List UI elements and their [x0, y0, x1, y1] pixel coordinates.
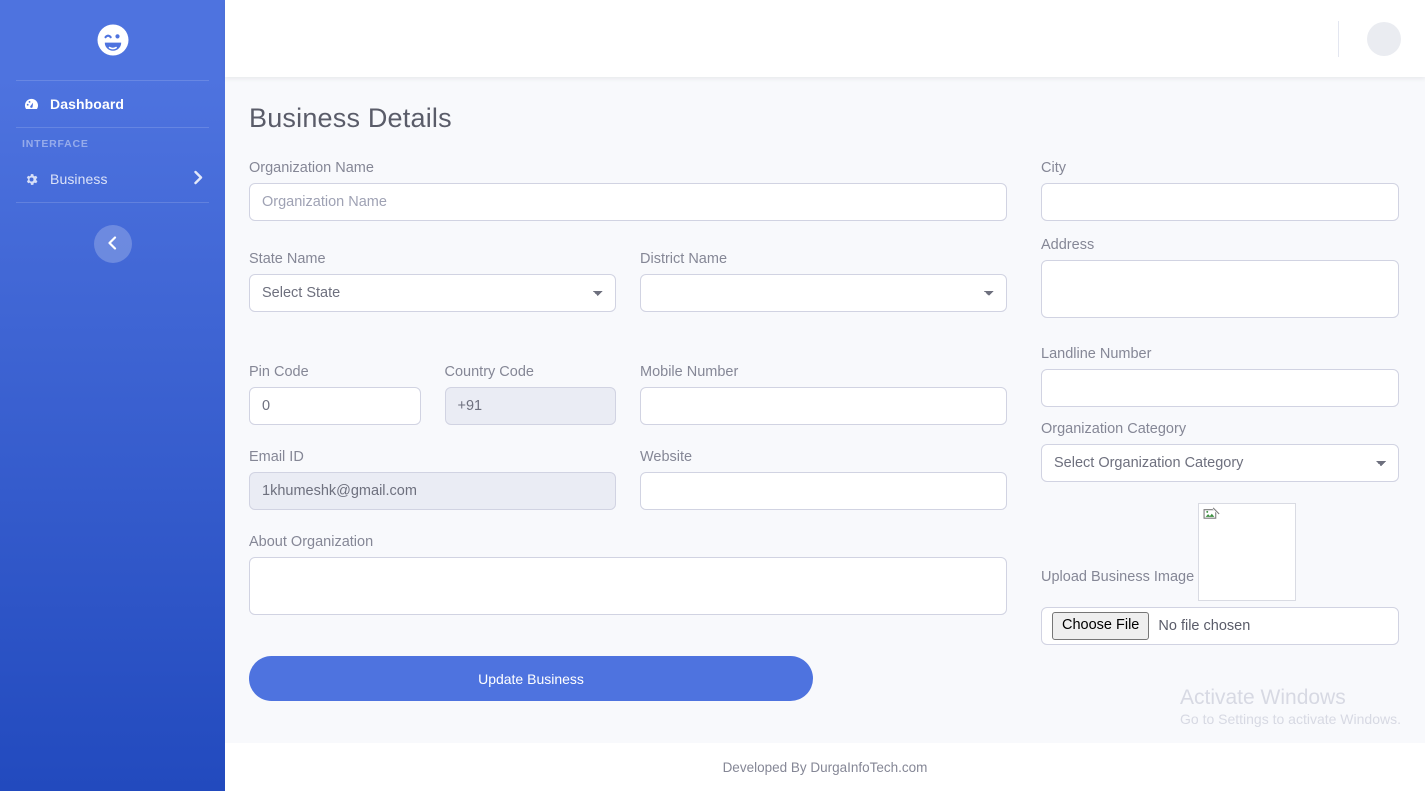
field-pin-code: Pin Code: [249, 364, 421, 425]
tachometer-icon: [22, 95, 40, 113]
field-landline-number: Landline Number: [1041, 346, 1399, 407]
organization-category-select[interactable]: Select Organization Category: [1041, 444, 1399, 482]
app-root: Dashboard INTERFACE Business Business De…: [0, 0, 1425, 791]
label-landline-number: Landline Number: [1041, 346, 1152, 362]
sidebar-item-business[interactable]: Business: [0, 156, 225, 202]
country-code-input: [444, 387, 616, 425]
landline-number-input[interactable]: [1041, 369, 1399, 407]
sidebar-item-label: Dashboard: [50, 96, 125, 112]
sidebar-collapse-button[interactable]: [93, 225, 132, 263]
field-upload-business-image: Upload Business Image: [1041, 496, 1399, 601]
sidebar-item-label: Business: [50, 171, 108, 187]
footer-text: Developed By DurgaInfoTech.com: [722, 759, 928, 775]
form-right-column: City Address Landline Number Organizatio…: [1031, 160, 1399, 701]
avatar[interactable]: [1367, 21, 1401, 56]
label-address: Address: [1041, 237, 1095, 253]
field-website: Website: [640, 449, 1007, 510]
watermark-subtitle: Go to Settings to activate Windows.: [1180, 711, 1401, 727]
business-image-file-input[interactable]: Choose File No file chosen: [1041, 607, 1399, 645]
sidebar-item-dashboard[interactable]: Dashboard: [0, 81, 225, 127]
sidebar-heading-interface: INTERFACE: [22, 138, 89, 150]
pin-code-input[interactable]: [249, 387, 421, 425]
state-name-select[interactable]: Select State: [249, 274, 616, 312]
page-content: Business Details Organization Name Organ…: [225, 77, 1425, 743]
address-textarea[interactable]: [1041, 260, 1399, 318]
about-organization-textarea[interactable]: [249, 557, 1007, 615]
city-input[interactable]: [1041, 183, 1399, 221]
brand-logo[interactable]: [0, 0, 225, 80]
label-email-id: Email ID: [249, 449, 304, 465]
website-input[interactable]: [640, 472, 1007, 510]
cog-icon: [22, 170, 40, 188]
choose-file-button[interactable]: Choose File: [1052, 612, 1150, 640]
field-mobile-number: Mobile Number: [640, 364, 1007, 425]
main-area: Business Details Organization Name Organ…: [225, 0, 1425, 791]
organization-name-input[interactable]: [249, 183, 1007, 221]
district-name-select[interactable]: [640, 274, 1007, 312]
field-country-code: Country Code: [444, 364, 616, 425]
field-state-name: State Name Select State: [249, 251, 616, 312]
footer: Developed By DurgaInfoTech.com: [225, 743, 1425, 791]
update-business-button[interactable]: Update Business: [249, 656, 813, 701]
chevron-left-icon: [108, 235, 117, 253]
mobile-number-input[interactable]: [640, 387, 1007, 425]
sidebar-toggle-wrap: [0, 225, 225, 263]
label-website: Website: [640, 449, 693, 465]
email-id-input: [249, 472, 616, 510]
field-about-organization: About Organization: [249, 534, 1007, 620]
label-about-organization: About Organization: [249, 534, 374, 550]
field-organization-category: Organization Category Select Organizatio…: [1041, 421, 1399, 482]
topbar: [225, 0, 1425, 77]
form-layout: Organization Name State Name Select Stat…: [249, 160, 1399, 701]
label-organization-category: Organization Category: [1041, 421, 1187, 437]
label-mobile-number: Mobile Number: [640, 364, 739, 380]
field-district-name: District Name: [640, 251, 1007, 312]
topbar-divider: [1338, 20, 1339, 57]
label-upload-business-image: Upload Business Image: [1041, 569, 1195, 585]
chevron-right-icon: [194, 170, 203, 188]
file-chosen-status: No file chosen: [1158, 618, 1251, 634]
field-address: Address: [1041, 237, 1399, 323]
broken-image-icon: [1203, 506, 1221, 529]
field-email-id: Email ID: [249, 449, 616, 510]
business-image-preview: [1198, 503, 1297, 601]
laugh-wink-icon: [93, 20, 133, 60]
label-state-name: State Name: [249, 251, 326, 267]
sidebar-divider-bottom: [16, 202, 209, 203]
label-country-code: Country Code: [444, 364, 534, 380]
sidebar: Dashboard INTERFACE Business: [0, 0, 225, 791]
label-organization-name: Organization Name: [249, 160, 374, 176]
label-pin-code: Pin Code: [249, 364, 309, 380]
page-title: Business Details: [249, 103, 452, 133]
label-district-name: District Name: [640, 251, 728, 267]
field-organization-name: Organization Name: [249, 160, 1007, 221]
field-city: City: [1041, 160, 1399, 221]
form-left-column: Organization Name State Name Select Stat…: [249, 160, 1031, 701]
label-city: City: [1041, 160, 1066, 176]
